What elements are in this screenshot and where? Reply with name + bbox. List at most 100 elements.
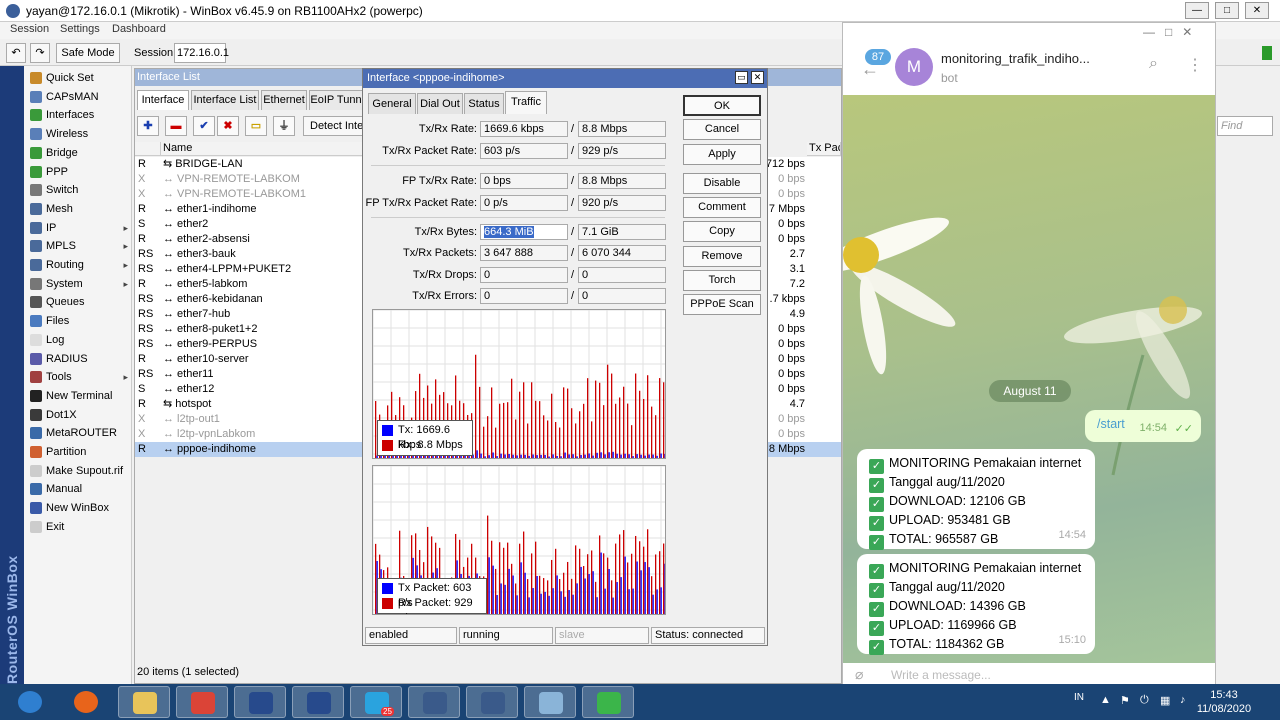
find-input[interactable]: Find (1217, 116, 1273, 136)
sidebar-item-files[interactable]: Files (28, 312, 132, 330)
flag-icon[interactable]: ⚑ (1120, 694, 1130, 707)
comment-icon[interactable]: ▭ (245, 116, 267, 136)
virtualbox2-icon[interactable] (466, 686, 518, 718)
more-menu-icon[interactable]: ⋮ (1187, 55, 1203, 75)
sidebar-item-partition[interactable]: Partition (28, 443, 132, 461)
add-icon[interactable]: ✚ (137, 116, 159, 136)
safe-mode-button[interactable]: Safe Mode (56, 43, 120, 63)
col-flags[interactable] (135, 142, 161, 156)
sidebar-item-new-terminal[interactable]: New Terminal (28, 387, 132, 405)
tg-close-icon[interactable]: ✕ (1182, 25, 1192, 39)
sent-message[interactable]: /start 14:54 ✓✓ (1085, 410, 1201, 442)
ok-button[interactable]: OK (683, 95, 761, 116)
menu-dashboard[interactable]: Dashboard (112, 23, 166, 35)
tab-interface[interactable]: Interface (137, 90, 189, 110)
field-tx-value[interactable]: 0 (480, 288, 568, 304)
tg-minimize-icon[interactable]: — (1143, 25, 1155, 39)
comment-button[interactable]: Comment (683, 197, 761, 218)
sidebar-item-new-winbox[interactable]: New WinBox (28, 499, 132, 517)
tray-up-icon[interactable]: ▲ (1100, 694, 1111, 706)
sidebar-item-radius[interactable]: RADIUS (28, 350, 132, 368)
tg-maximize-icon[interactable]: □ (1165, 25, 1172, 39)
field-tx-value[interactable]: 3 647 888 (480, 245, 568, 261)
search-icon[interactable]: ⌕ (1149, 55, 1158, 73)
field-rx-value[interactable]: 929 p/s (578, 143, 666, 159)
sidebar-item-quick-set[interactable]: Quick Set (28, 69, 132, 87)
sidebar-item-tools[interactable]: Tools ▸ (28, 368, 132, 386)
chrome-icon[interactable] (176, 686, 228, 718)
cancel-button[interactable]: Cancel (683, 119, 761, 140)
sidebar-item-log[interactable]: Log (28, 331, 132, 349)
message-input[interactable]: Write a message... (891, 668, 991, 682)
enable-icon[interactable]: ✔ (193, 116, 215, 136)
col-name[interactable]: Name (161, 142, 391, 156)
close-button[interactable]: ✕ (1245, 2, 1269, 19)
firefox-icon[interactable] (60, 686, 112, 718)
sidebar-item-mpls[interactable]: MPLS ▸ (28, 237, 132, 255)
winbox-task2-icon[interactable] (292, 686, 344, 718)
field-tx-value[interactable]: 0 p/s (480, 195, 568, 211)
sidebar-item-metarouter[interactable]: MetaROUTER (28, 424, 132, 442)
sidebar-item-system[interactable]: System ▸ (28, 275, 132, 293)
field-tx-value[interactable]: 603 p/s (480, 143, 568, 159)
sidebar-item-manual[interactable]: Manual (28, 480, 132, 498)
sidebar-item-wireless[interactable]: Wireless (28, 125, 132, 143)
redo-icon[interactable]: ↷ (30, 43, 50, 63)
menu-session[interactable]: Session (10, 23, 49, 35)
sidebar-item-mesh[interactable]: Mesh (28, 200, 132, 218)
network-icon[interactable]: ▦ (1160, 694, 1170, 707)
sidebar-item-dot1x[interactable]: Dot1X (28, 406, 132, 424)
bot-message[interactable]: ✓ MONITORING Pemakaian internet ✓ Tanggal a… (857, 554, 1095, 655)
sidebar-item-capsman[interactable]: CAPsMAN (28, 88, 132, 106)
telegram-icon[interactable]: 25 (350, 686, 402, 718)
sidebar-item-routing[interactable]: Routing ▸ (28, 256, 132, 274)
tab-interface-list[interactable]: Interface List (191, 90, 259, 110)
sidebar-item-switch[interactable]: Switch (28, 181, 132, 199)
undo-icon[interactable]: ↶ (6, 43, 26, 63)
dialog-restore-icon[interactable]: ▭ (735, 71, 748, 84)
sidebar-item-interfaces[interactable]: Interfaces (28, 106, 132, 124)
sidebar-item-ppp[interactable]: PPP (28, 163, 132, 181)
dialog-close-icon[interactable]: ✕ (751, 71, 764, 84)
field-rx-value[interactable]: 8.8 Mbps (578, 173, 666, 189)
tab-eoip-tunnel[interactable]: EoIP Tunn (309, 90, 363, 110)
field-tx-value[interactable]: 0 (480, 267, 568, 283)
torch-button[interactable]: Torch (683, 270, 761, 291)
attach-icon[interactable]: ⌀ (855, 666, 863, 683)
disable-icon[interactable]: ✖ (217, 116, 239, 136)
avatar[interactable]: M (895, 48, 933, 86)
clock[interactable]: 15:43 11/08/2020 (1194, 688, 1254, 716)
tab-traffic[interactable]: Traffic (505, 91, 547, 114)
remove-icon[interactable]: ▬ (165, 116, 187, 136)
field-rx-value[interactable]: 0 (578, 267, 666, 283)
language-indicator[interactable]: IN (1074, 692, 1084, 703)
volume-icon[interactable]: ♪ (1180, 694, 1186, 706)
chat-title[interactable]: monitoring_trafik_indiho... (941, 51, 1090, 66)
tab-ethernet[interactable]: Ethernet (261, 90, 307, 110)
copy-button[interactable]: Copy (683, 221, 761, 242)
start-button[interactable] (4, 686, 56, 718)
notepad-icon[interactable] (524, 686, 576, 718)
bot-message[interactable]: ✓ MONITORING Pemakaian internet ✓ Tanggal a… (857, 449, 1095, 550)
sidebar-item-make-supout-rif[interactable]: Make Supout.rif (28, 462, 132, 480)
explorer-icon[interactable] (118, 686, 170, 718)
virtualbox-icon[interactable] (408, 686, 460, 718)
field-tx-value[interactable]: 664.3 MiB (480, 224, 568, 240)
tab-status[interactable]: Status (464, 93, 504, 114)
detect-internet-button[interactable]: Detect Inter (303, 116, 365, 136)
field-rx-value[interactable]: 920 p/s (578, 195, 666, 211)
minimize-button[interactable]: — (1185, 2, 1209, 19)
sidebar-item-queues[interactable]: Queues (28, 293, 132, 311)
field-rx-value[interactable]: 6 070 344 (578, 245, 666, 261)
sent-text[interactable]: /start (1097, 417, 1125, 431)
tab-dial-out[interactable]: Dial Out (417, 93, 463, 114)
remove-button[interactable]: Remove (683, 246, 761, 267)
field-tx-value[interactable]: 0 bps (480, 173, 568, 189)
menu-settings[interactable]: Settings (60, 23, 100, 35)
field-rx-value[interactable]: 7.1 GiB (578, 224, 666, 240)
sidebar-item-bridge[interactable]: Bridge (28, 144, 132, 162)
col-tx-pack[interactable]: Tx Pack (807, 142, 841, 156)
field-rx-value[interactable]: 0 (578, 288, 666, 304)
field-tx-value[interactable]: 1669.6 kbps (480, 121, 568, 137)
filter-icon[interactable]: ⏚ (273, 116, 295, 136)
